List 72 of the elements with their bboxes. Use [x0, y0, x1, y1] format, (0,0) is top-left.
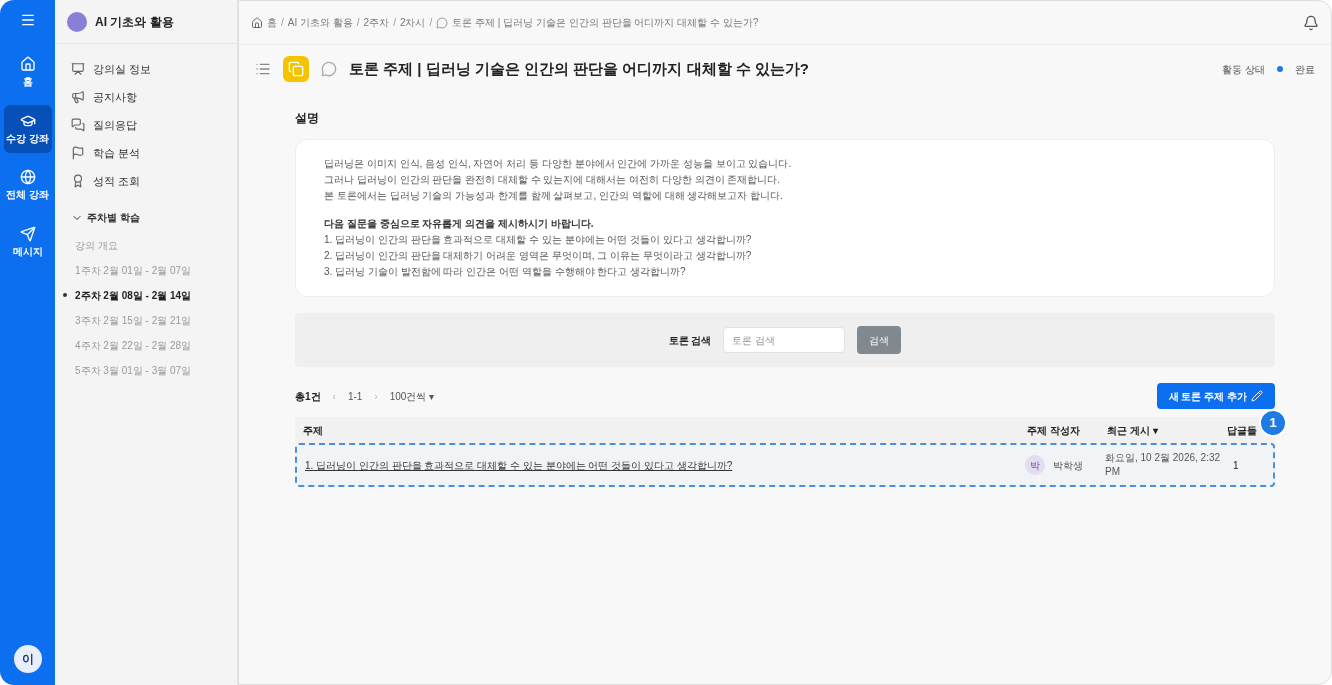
discussion-prompt: 다음 질문을 중심으로 자유롭게 의견을 제시하시기 바랍니다. — [324, 217, 595, 231]
table-row[interactable]: 1. 딥러닝이 인간의 판단을 효과적으로 대체할 수 있는 분야에는 어떤 것들이 있다고 생각합니까? 박 박학생 화요일, 10 2월 2026, 2:32 PM 1 — [295, 443, 1275, 487]
search-button[interactable]: 검색 — [857, 326, 902, 354]
column-header[interactable]: 최근 게시 ▾ — [1107, 422, 1227, 438]
sidebar-item[interactable]: 성적 조회 — [71, 172, 221, 190]
section-heading: 설명 — [295, 110, 320, 127]
status-label: 활동 상태 — [1222, 62, 1265, 77]
breadcrumb-link[interactable]: AI 기초와 활용 — [287, 15, 353, 30]
rail-item[interactable]: 홈 — [3, 48, 52, 97]
user-avatar[interactable]: 이 — [13, 645, 42, 673]
home-icon[interactable] — [251, 16, 263, 29]
sidebar-item[interactable]: 강의실 정보 — [71, 60, 221, 78]
last-post-date: 화요일, 10 2월 2026, 2:32 PM — [1105, 451, 1222, 479]
add-topic-button[interactable]: 새 토론 주제 추가 — [1156, 383, 1275, 409]
activity-icon — [283, 56, 309, 82]
discussion-question: 1. 딥러닝이 인간의 판단을 효과적으로 대체할 수 있는 분야에는 어떤 것들이 있다고 생각합니까? — [324, 233, 753, 247]
rail-item[interactable]: 수강 강좌 — [3, 104, 52, 153]
discussion-question: 3. 딥러닝 기술이 발전함에 따라 인간은 어떤 역할을 수행해야 한다고 생각합니까? — [324, 265, 687, 279]
column-header: 답글들 — [1227, 423, 1258, 438]
rail-item[interactable]: 메시지 — [3, 217, 52, 266]
author-name: 박학생 — [1053, 458, 1083, 473]
week-item[interactable]: 5주차 3월 01일 - 3월 07일 — [75, 362, 237, 378]
breadcrumb-separator: / — [356, 16, 360, 30]
breadcrumb-link[interactable]: 2주차 — [363, 15, 390, 30]
week-item[interactable]: 강의 개요 — [75, 237, 237, 253]
per-page-dropdown[interactable]: 100건씩 ▾ — [389, 388, 435, 404]
sidebar-item[interactable]: 공지사항 — [71, 88, 221, 106]
week-item[interactable]: 2주차 2월 08일 - 2월 14일 — [63, 287, 237, 303]
breadcrumb-link[interactable]: 홈 — [267, 15, 277, 30]
description-paragraph: 딥러닝은 이미지 인식, 음성 인식, 자연어 처리 등 다양한 분야에서 인간에 가까운 성능을 보이고 있습니다. 그러나 딥러닝이 인간의 판단을 완전히 대체할 수 있는지에 대해서는 여전히 다양한 의견이 존재합니다. 본 토론에서는 딥러닝 기술의 가능성과 한계를 함께 살펴보고, 인간의 역할에 대해 생각해보고자 합니다. — [324, 157, 793, 203]
status-value: 완료 — [1295, 62, 1315, 77]
pencil-icon — [1251, 390, 1263, 402]
course-title[interactable]: AI 기초와 활용 — [95, 12, 174, 31]
speech-bubble-icon — [436, 16, 449, 29]
callout-badge: 1 — [1259, 409, 1287, 437]
page-range: 1-1 — [347, 389, 363, 404]
menu-icon[interactable] — [19, 12, 36, 28]
week-item[interactable]: 3주차 2월 15일 - 2월 21일 — [75, 312, 237, 328]
page-title: 토론 주제 | 딥러닝 기술은 인간의 판단을 어디까지 대체할 수 있는가? — [349, 58, 810, 79]
sidebar-item[interactable]: 학습 분석 — [71, 144, 221, 162]
author-avatar: 박 — [1025, 455, 1045, 475]
breadcrumb-link[interactable]: 2차시 — [399, 15, 426, 30]
section-toggle[interactable]: 주차별 학습 — [55, 210, 237, 225]
sidebar-item[interactable]: 질의응답 — [71, 116, 221, 134]
chat-bubbles-icon — [71, 118, 85, 132]
reply-count: 1 — [1232, 458, 1240, 473]
breadcrumb-separator: / — [281, 16, 284, 30]
home-icon — [19, 56, 36, 72]
total-count: 총1건 — [295, 389, 321, 404]
send-icon — [19, 225, 36, 242]
breadcrumb-separator: / — [393, 16, 396, 30]
megaphone-icon — [71, 90, 85, 104]
notification-icon[interactable] — [1303, 14, 1319, 31]
globe-icon — [19, 169, 36, 185]
topic-link[interactable]: 1. 딥러닝이 인간의 판단을 효과적으로 대체할 수 있는 분야에는 어떤 것들이 있다고 생각합니까? — [305, 457, 1025, 473]
flag-icon — [71, 146, 85, 160]
breadcrumb-link[interactable]: 토론 주제 | 딥러닝 기술은 인간의 판단을 어디까지 대체할 수 있는가? — [452, 15, 759, 30]
column-header: 주제 작성자 — [1027, 423, 1081, 438]
rail-item[interactable]: 전체 강좌 — [3, 161, 52, 210]
column-header: 주제 — [303, 423, 324, 438]
search-label: 토론 검색 — [668, 333, 712, 348]
award-ribbon-icon — [71, 174, 85, 188]
bullet-icon — [63, 293, 67, 297]
speech-bubble-icon — [321, 61, 337, 77]
course-avatar — [67, 11, 87, 32]
list-icon[interactable] — [255, 61, 271, 77]
week-item[interactable]: 1주차 2월 01일 - 2월 07일 — [75, 262, 237, 278]
presentation-board-icon — [71, 62, 85, 76]
discussion-question: 2. 딥러닝이 인간의 판단을 대체하기 어려운 영역은 무엇이며, 그 이유는 무엇이라고 생각합니까? — [324, 249, 753, 263]
search-field[interactable]: 토론 검색 — [723, 327, 846, 353]
week-item[interactable]: 4주차 2월 22일 - 2월 28일 — [75, 337, 237, 353]
breadcrumb-separator: / — [429, 16, 433, 30]
